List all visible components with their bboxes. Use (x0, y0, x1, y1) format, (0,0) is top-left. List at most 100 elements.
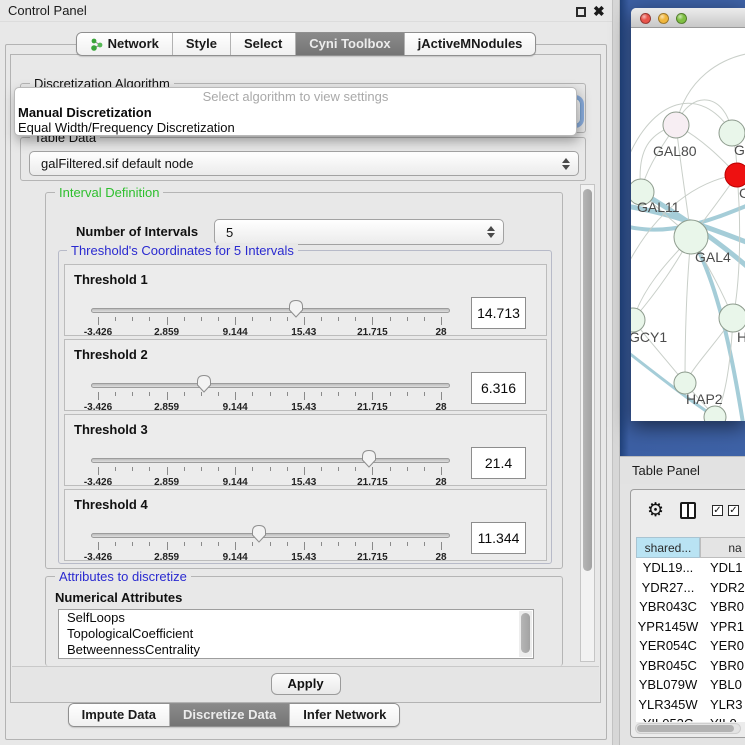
tab-style[interactable]: Style (172, 33, 230, 55)
slider-tick (338, 542, 339, 546)
split-columns-icon[interactable] (680, 502, 696, 519)
tab-network[interactable]: Network (77, 33, 172, 55)
network-node-green[interactable] (719, 304, 745, 332)
cell-name[interactable]: YIL0 (700, 714, 737, 722)
table-row[interactable]: YER054CYER0 (636, 636, 745, 656)
cell-shared-name[interactable]: YER054C (636, 636, 700, 656)
attributes-scrollbar-thumb[interactable] (521, 613, 530, 653)
network-view-window[interactable]: GAL80GCGAL11GAL4GCY1HHAP2 (631, 8, 745, 421)
table-row[interactable]: YDL19...YDL1 (636, 558, 745, 578)
traffic-light-zoom[interactable] (676, 13, 687, 24)
table-hscrollbar[interactable] (635, 723, 741, 734)
tab-label: Style (186, 33, 217, 55)
cell-shared-name[interactable]: YBR043C (636, 597, 700, 617)
tab-cyni-toolbox[interactable]: Cyni Toolbox (295, 33, 403, 55)
table-panel-title: Table Panel (632, 457, 700, 485)
slider-tick (441, 467, 442, 475)
cell-shared-name[interactable]: YIL052C (636, 714, 700, 722)
threshold-value-field[interactable]: 6.316 (471, 372, 526, 404)
main-scrollbar[interactable] (580, 184, 595, 662)
slider-thumb[interactable] (251, 524, 267, 543)
cell-name[interactable]: YDR2 (700, 578, 745, 598)
table-row[interactable]: YLR345WYLR3 (636, 695, 745, 715)
slider-thumb[interactable] (196, 374, 212, 393)
cell-shared-name[interactable]: YLR345W (636, 695, 700, 715)
cell-name[interactable]: YDL1 (700, 558, 743, 578)
slider-tick (338, 317, 339, 321)
panel-divider[interactable] (612, 0, 620, 745)
table-row[interactable]: YBR045CYBR0 (636, 656, 745, 676)
apply-button[interactable]: Apply (271, 673, 341, 695)
cell-name[interactable]: YBL0 (700, 675, 742, 695)
tab-label: Cyni Toolbox (309, 33, 390, 55)
attributes-list[interactable]: SelfLoopsTopologicalCoefficientBetweenne… (58, 609, 534, 659)
cell-shared-name[interactable]: YBL079W (636, 675, 700, 695)
network-edge[interactable] (685, 237, 691, 383)
checkbox-icon[interactable]: ✓ (728, 505, 739, 516)
attribute-item-topologicalcoefficient[interactable]: TopologicalCoefficient (59, 626, 533, 642)
tab-infer-network[interactable]: Infer Network (289, 704, 399, 726)
slider-tick (441, 542, 442, 550)
traffic-light-close[interactable] (640, 13, 651, 24)
attributes-scrollbar[interactable] (519, 611, 532, 657)
thresholds-group: Threshold's Coordinates for 5 Intervals … (58, 250, 552, 564)
slider-tick (167, 392, 168, 400)
network-canvas[interactable]: GAL80GCGAL11GAL4GCY1HHAP2 (631, 28, 745, 421)
table-row[interactable]: YBL079WYBL0 (636, 675, 745, 695)
slider-thumb[interactable] (361, 449, 377, 468)
threshold-value-field[interactable]: 21.4 (471, 447, 526, 479)
numerical-attributes-label: Numerical Attributes (55, 590, 182, 605)
tab-select[interactable]: Select (230, 33, 295, 55)
gear-icon[interactable]: ⚙ (647, 499, 664, 521)
tab-jactivemnodules[interactable]: jActiveMNodules (404, 33, 536, 55)
slider-track[interactable] (91, 383, 450, 388)
network-node-red[interactable] (725, 163, 745, 187)
slider-track[interactable] (91, 308, 450, 313)
checkbox-icon[interactable]: ✓ (712, 505, 723, 516)
slider-tick (304, 467, 305, 475)
slider-track[interactable] (91, 458, 450, 463)
slider-tick-label: 2.859 (154, 327, 179, 338)
main-scrollbar-thumb[interactable] (583, 189, 592, 571)
num-intervals-combobox[interactable]: 5 (214, 219, 504, 245)
cell-name[interactable]: YBR0 (700, 597, 744, 617)
close-icon[interactable]: ✖ (593, 2, 605, 20)
cell-shared-name[interactable]: YDL19... (636, 558, 700, 578)
attribute-item-selfloops[interactable]: SelfLoops (59, 610, 533, 626)
table-row[interactable]: YBR043CYBR0 (636, 597, 745, 617)
table-row[interactable]: YPR145WYPR1 (636, 617, 745, 637)
apply-strip: Apply (12, 666, 599, 702)
slider-tick (355, 392, 356, 396)
table-data-combobox[interactable]: galFiltered.sif default node (29, 151, 579, 176)
algorithm-prompt-item[interactable]: Select algorithm to view settings (15, 88, 576, 105)
network-edge[interactable] (676, 53, 745, 125)
network-window-titlebar[interactable] (631, 8, 745, 28)
threshold-value-field[interactable]: 11.344 (471, 522, 526, 554)
slider-tick-label: 2.859 (154, 552, 179, 563)
threshold-value-field[interactable]: 14.713 (471, 297, 526, 329)
cell-name[interactable]: YBR0 (700, 656, 744, 676)
cell-name[interactable]: YPR1 (700, 617, 744, 637)
column-header-shared[interactable]: shared... (636, 537, 700, 558)
cell-name[interactable]: YER0 (700, 636, 744, 656)
traffic-light-minimize[interactable] (658, 13, 669, 24)
slider-track[interactable] (91, 533, 450, 538)
tab-label: Discretize Data (183, 704, 276, 726)
table-row[interactable]: YIL052CYIL0 (636, 714, 745, 722)
tab-discretize-data[interactable]: Discretize Data (169, 704, 289, 726)
slider-thumb[interactable] (288, 299, 304, 318)
cell-shared-name[interactable]: YDR27... (636, 578, 700, 598)
algorithm-option-manual-discretization[interactable]: Manual Discretization (15, 105, 576, 120)
cell-shared-name[interactable]: YBR045C (636, 656, 700, 676)
network-node-pink[interactable] (663, 112, 689, 138)
cell-name[interactable]: YLR3 (700, 695, 743, 715)
cell-shared-name[interactable]: YPR145W (636, 617, 700, 637)
table-row[interactable]: YDR27...YDR2 (636, 578, 745, 598)
slider-tick (424, 467, 425, 471)
attribute-item-betweennesscentrality[interactable]: BetweennessCentrality (59, 642, 533, 658)
tab-impute-data[interactable]: Impute Data (69, 704, 169, 726)
algorithm-option-equal-width-frequency-discretization[interactable]: Equal Width/Frequency Discretization (15, 120, 576, 135)
table-hscrollbar-thumb[interactable] (637, 725, 734, 732)
column-header-na[interactable]: na (700, 537, 745, 558)
float-icon[interactable] (576, 7, 586, 17)
